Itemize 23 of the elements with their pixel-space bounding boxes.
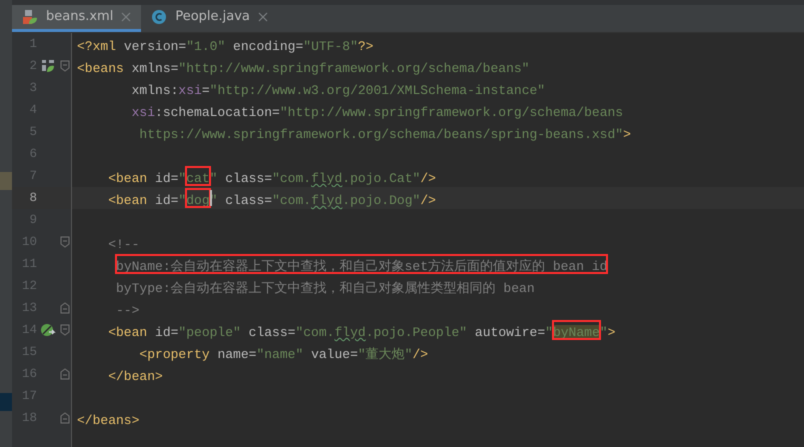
code-line: byName:会自动在容器上下文中查找，和自己对象set方法后面的值对应的 bean id xyxy=(115,259,608,274)
code-line: <?xml version="1.0" encoding="UTF-8"?> xyxy=(76,39,374,54)
code-line: <beans xmlns="http://www.springframework.org/schema/beans" xyxy=(76,61,530,76)
code-line: <bean id="cat" class="com.flyd.pojo.Cat"/> xyxy=(107,171,436,186)
code-line: xsi:schemaLocation="http://www.springframework.org/schema/beans xyxy=(130,105,624,120)
editor-tab[interactable]: beans.xml xyxy=(12,5,142,32)
code-line: </beans> xyxy=(76,413,140,428)
row-highlight xyxy=(0,393,12,411)
code-line: </bean> xyxy=(107,369,163,384)
line-number: 8 xyxy=(28,190,37,207)
code-line: --> xyxy=(115,303,140,318)
code-line: <!-- xyxy=(107,237,140,252)
class-file-icon xyxy=(151,9,168,25)
close-icon xyxy=(258,12,268,22)
editor-tab[interactable]: People.java xyxy=(141,5,278,32)
code-line: <property name="name" value="董大炮"/> xyxy=(138,347,428,362)
xml-file-icon xyxy=(22,9,38,25)
close-icon xyxy=(121,12,132,22)
row-highlight xyxy=(0,172,12,190)
code-line: https://www.springframework.org/schema/beans/spring-beans.xsd"> xyxy=(138,127,631,142)
code-line: xmlns:xsi="http://www.w3.org/2001/XMLSchema-instance" xyxy=(130,83,546,98)
code-line: <bean id="people" class="com.flyd.pojo.People" autowire="byName"> xyxy=(107,325,616,340)
code-line: byType:会自动在容器上下文中查找，和自己对象属性类型相同的 bean xyxy=(115,281,535,296)
